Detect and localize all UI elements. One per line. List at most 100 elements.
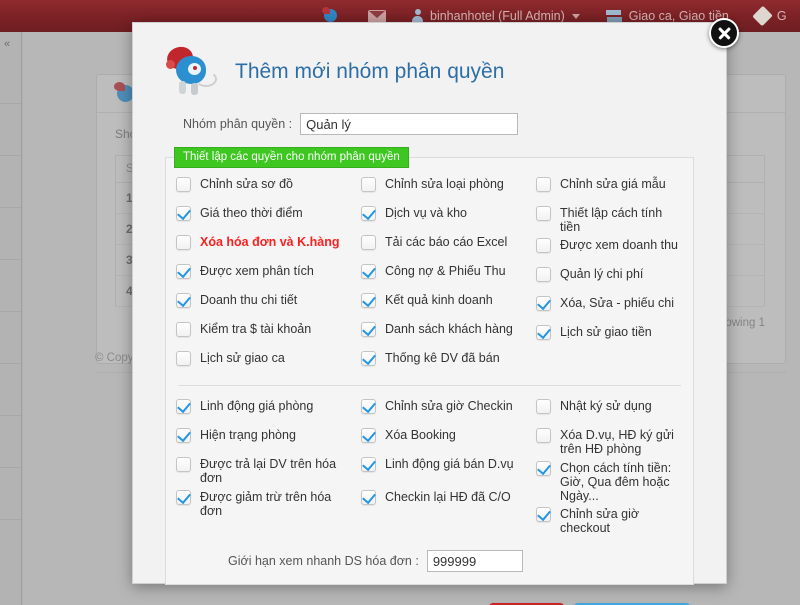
checkbox-icon[interactable]	[176, 177, 191, 192]
checkbox-icon[interactable]	[361, 490, 376, 505]
checkbox-label: Thiết lập cách tính tiền	[560, 206, 663, 234]
checkbox-icon[interactable]	[176, 264, 191, 279]
topbar-item-shift-handover[interactable]: Giao ca, Giao tiền	[605, 9, 729, 23]
checkbox-icon[interactable]	[361, 399, 376, 414]
checkbox-label: Kiểm tra $ tài khoản	[200, 322, 312, 336]
checkbox-row[interactable]: Chọn cách tính tiền: Giờ, Qua đêm hoặc N…	[536, 458, 683, 504]
invoice-limit-input[interactable]	[426, 550, 523, 572]
topbar-user-label: binhanhotel (Full Admin)	[430, 9, 565, 23]
envelope-icon	[368, 9, 386, 23]
checkbox-row[interactable]: Chỉnh sửa giờ Checkin	[361, 396, 528, 425]
checkbox-row[interactable]: Dịch vụ và kho	[361, 203, 528, 232]
checkbox-row[interactable]: Xóa Booking	[361, 425, 528, 454]
checkbox-row[interactable]: Kiểm tra $ tài khoản	[176, 319, 353, 348]
checkbox-icon[interactable]	[536, 267, 551, 282]
checkbox-row[interactable]: Thống kê DV đã bán	[361, 348, 528, 377]
checkbox-icon[interactable]	[536, 325, 551, 340]
checkbox-row[interactable]: Công nợ & Phiếu Thu	[361, 261, 528, 290]
checkbox-row[interactable]: Chỉnh sửa giá mẫu	[536, 174, 683, 203]
checkbox-icon[interactable]	[536, 177, 551, 192]
checkbox-row[interactable]: Chỉnh sửa loại phòng	[361, 174, 528, 203]
checkbox-row[interactable]: Nhật ký sử dụng	[536, 396, 683, 425]
checkbox-row[interactable]: Kết quả kinh doanh	[361, 290, 528, 319]
checkbox-row[interactable]: Được trả lại DV trên hóa đơn	[176, 454, 353, 487]
checkbox-row[interactable]: Quản lý chi phí	[536, 264, 683, 293]
checkbox-row[interactable]: Xóa hóa đơn và K.hàng	[176, 232, 353, 261]
close-modal-button[interactable]	[709, 18, 739, 48]
checkbox-icon[interactable]	[361, 322, 376, 337]
checkbox-icon[interactable]	[361, 457, 376, 472]
checkbox-label: Được xem phân tích	[200, 264, 314, 278]
checkbox-icon[interactable]	[536, 507, 551, 522]
checkbox-icon[interactable]	[176, 206, 191, 221]
checkbox-icon[interactable]	[176, 490, 191, 505]
checkbox-icon[interactable]	[361, 264, 376, 279]
checkbox-row[interactable]: Được xem phân tích	[176, 261, 353, 290]
checkbox-icon[interactable]	[176, 428, 191, 443]
checkbox-row[interactable]: Doanh thu chi tiết	[176, 290, 353, 319]
checkbox-icon[interactable]	[361, 428, 376, 443]
checkbox-row[interactable]: Chỉnh sửa giờ checkout	[536, 504, 683, 536]
permission-column-3: Nhật ký sử dụng Xóa D.vụ, HĐ ký gửi trên…	[532, 396, 687, 536]
checkbox-row[interactable]: Tải các báo cáo Excel	[361, 232, 528, 261]
checkbox-row[interactable]: Thiết lập cách tính tiền	[536, 203, 683, 235]
checkbox-icon[interactable]	[361, 177, 376, 192]
checkbox-icon[interactable]	[536, 461, 551, 476]
group-name-input[interactable]	[300, 113, 519, 135]
checkbox-icon[interactable]	[361, 235, 376, 250]
checkbox-row[interactable]: Được xem doanh thu	[536, 235, 683, 264]
checkbox-icon[interactable]	[536, 296, 551, 311]
sidebar-segment	[0, 208, 21, 260]
checkbox-icon[interactable]	[536, 238, 551, 253]
topbar-item-messages[interactable]	[368, 9, 386, 23]
checkbox-row[interactable]: Danh sách khách hàng	[361, 319, 528, 348]
sidebar-segment	[0, 364, 21, 416]
checkbox-label: Linh động giá bán D.vụ	[385, 457, 514, 471]
chevron-down-icon	[571, 13, 580, 19]
checkbox-row[interactable]: Xóa D.vụ, HĐ ký gửi trên HĐ phòng	[536, 425, 683, 458]
sidebar-segment	[0, 156, 21, 208]
checkbox-label: Xóa D.vụ, HĐ ký gửi trên HĐ phòng	[560, 428, 674, 456]
checkbox-icon[interactable]	[536, 428, 551, 443]
sidebar-collapse-button[interactable]: «	[4, 38, 10, 50]
checkbox-row[interactable]: Linh động giá phòng	[176, 396, 353, 425]
checkbox-icon[interactable]	[361, 351, 376, 366]
checkbox-row[interactable]: Xóa, Sửa - phiếu chi	[536, 293, 683, 322]
checkbox-label: Chỉnh sửa loại phòng	[385, 177, 504, 191]
checkbox-label: Được trả lại DV trên hóa đơn	[200, 457, 337, 485]
checkbox-row[interactable]: Chỉnh sửa sơ đồ	[176, 174, 353, 203]
checkbox-label: Giá theo thời điểm	[200, 206, 303, 220]
checkbox-label: Lịch sử giao ca	[200, 351, 285, 365]
checkbox-label: Xóa hóa đơn và K.hàng	[200, 235, 340, 249]
checkbox-icon[interactable]	[176, 322, 191, 337]
checkbox-label: Xóa, Sửa - phiếu chi	[560, 296, 674, 310]
checkbox-icon[interactable]	[361, 293, 376, 308]
checkbox-label: Tải các báo cáo Excel	[385, 235, 508, 249]
checkbox-row[interactable]: Checkin lại HĐ đã C/O	[361, 487, 528, 520]
checkbox-icon[interactable]	[536, 399, 551, 414]
checkbox-icon[interactable]	[176, 457, 191, 472]
checkbox-label: Chỉnh sửa giờ checkout	[560, 507, 640, 535]
shift-handover-icon	[605, 9, 622, 23]
checkbox-icon[interactable]	[361, 206, 376, 221]
checkbox-label: Nhật ký sử dụng	[560, 399, 652, 413]
checkbox-label: Hiện trạng phòng	[200, 428, 296, 442]
checkbox-icon[interactable]	[176, 235, 191, 250]
checkbox-row[interactable]: Được giảm trừ trên hóa đơn	[176, 487, 353, 520]
checkbox-row[interactable]: Hiện trạng phòng	[176, 425, 353, 454]
checkbox-row[interactable]: Giá theo thời điểm	[176, 203, 353, 232]
checkbox-icon[interactable]	[536, 206, 551, 221]
modal-footer: Cancel Thêm Mới	[155, 585, 704, 605]
checkbox-label: Chọn cách tính tiền: Giờ, Qua đêm hoặc N…	[560, 461, 672, 503]
checkbox-icon[interactable]	[176, 293, 191, 308]
checkbox-icon[interactable]	[176, 399, 191, 414]
permission-column-2: Chỉnh sửa loại phòng Dịch vụ và kho Tải …	[357, 174, 532, 377]
sidebar-segment	[0, 260, 21, 312]
checkbox-row[interactable]: Linh động giá bán D.vụ	[361, 454, 528, 487]
permissions-fieldset: Thiết lập các quyền cho nhóm phân quyền …	[165, 147, 694, 585]
checkbox-row[interactable]: Lịch sử giao tiền	[536, 322, 683, 351]
checkbox-row[interactable]: Lịch sử giao ca	[176, 348, 353, 377]
sidebar-rail: «	[0, 32, 22, 605]
checkbox-icon[interactable]	[176, 351, 191, 366]
topbar-item-tag[interactable]: G	[752, 5, 787, 27]
